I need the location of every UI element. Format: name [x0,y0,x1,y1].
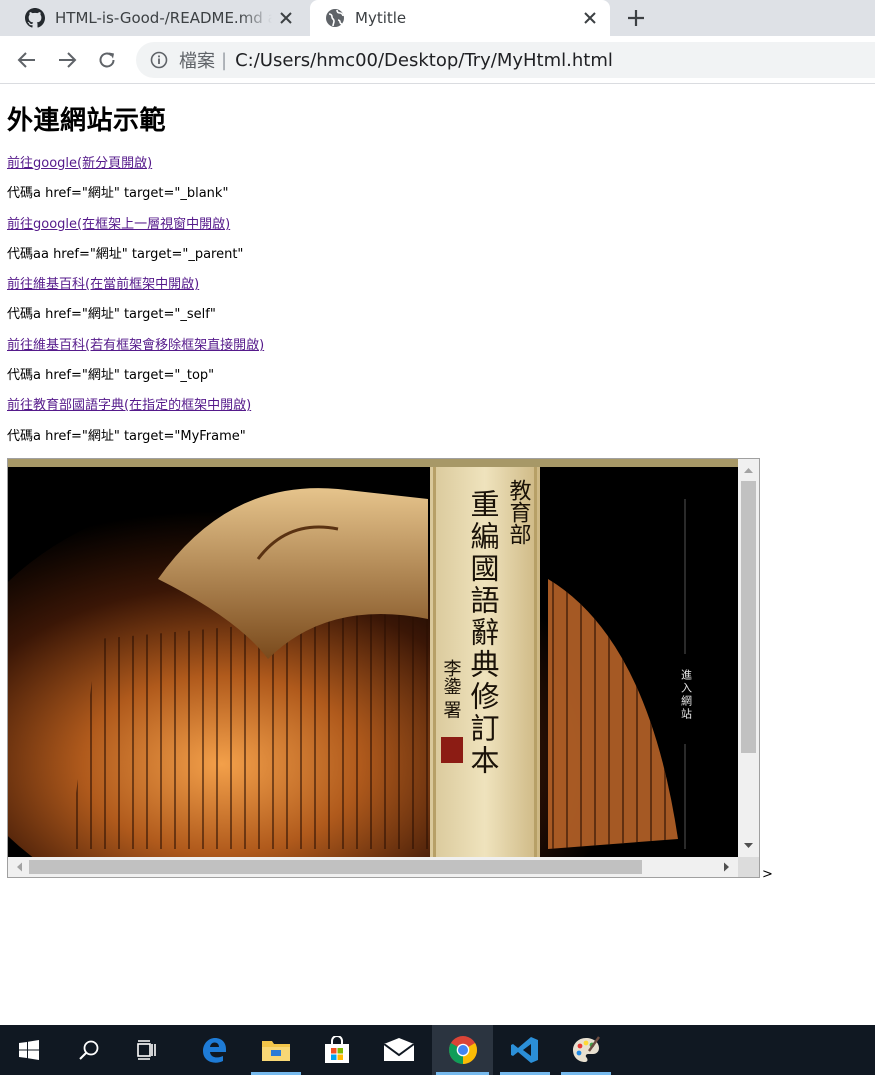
scroll-thumb [741,481,756,753]
tab-readme[interactable]: HTML-is-Good-/README.md at [0,0,306,36]
arrow-left-icon[interactable] [15,48,39,72]
scrollbar-corner [738,857,759,877]
scroll-right-arrow [724,862,729,872]
task-view-icon[interactable] [120,1025,178,1075]
code-line: 代碼a href="網址" target="_self" [7,307,216,322]
chrome-icon[interactable] [432,1025,493,1075]
windows-taskbar [0,1025,875,1075]
mail-icon[interactable] [370,1025,428,1075]
link-google-blank[interactable]: 前往google(新分頁開啟) [7,156,152,171]
scroll-up-arrow [744,468,753,473]
browser-toolbar: 檔案 | C:/Users/hmc00/Desktop/Try/MyHtml.h… [0,36,875,84]
frame-horizontal-scrollbar[interactable] [8,857,738,877]
url-text[interactable]: C:/Users/hmc00/Desktop/Try/MyHtml.html [235,50,613,71]
plus-icon[interactable] [624,6,648,30]
vscode-icon[interactable] [496,1025,554,1075]
link-wiki-self[interactable]: 前往維基百科(在當前框架中開啟) [7,277,199,292]
info-icon[interactable] [150,51,168,69]
link-dictionary-myframe[interactable]: 前往教育部國語字典(在指定的框架中開啟) [7,398,251,413]
link-line: 前往維基百科(在當前框架中開啟) [7,276,199,294]
close-icon[interactable] [278,10,294,26]
arrow-right-icon[interactable] [55,48,79,72]
seal-stamp [441,737,463,763]
banner-title-text: 重編國語辭典修訂本 [466,489,500,777]
link-line: 前往google(新分頁開啟) [7,155,152,173]
link-line: 前往教育部國語字典(在指定的框架中開啟) [7,397,251,415]
file-explorer-icon[interactable] [247,1025,305,1075]
tab-title: Mytitle [355,9,407,27]
code-line: 代碼a href="網址" target="_blank" [7,186,229,201]
reload-icon[interactable] [95,48,119,72]
my-frame[interactable]: 教育部 重編國語辭典修訂本 李鍌 署 進入網站 [7,458,760,878]
link-line: 前往google(在框架上一層視窗中開啟) [7,216,230,234]
scroll-thumb [29,860,642,874]
trailing-text: > [762,867,773,882]
link-line: 前往維基百科(若有框架會移除框架直接開啟) [7,337,264,355]
code-line: 代碼a href="網址" target="MyFrame" [7,429,246,444]
search-icon[interactable] [60,1025,118,1075]
code-line: 代碼aa href="網址" target="_parent" [7,247,244,262]
page-content: 外連網站示範 前往google(新分頁開啟) 代碼a href="網址" tar… [0,84,875,1024]
address-bar[interactable]: 檔案 | C:/Users/hmc00/Desktop/Try/MyHtml.h… [136,42,875,78]
scheme-label: 檔案 [179,51,215,72]
address-separator: | [221,49,228,71]
frame-viewport: 教育部 重編國語辭典修訂本 李鍌 署 進入網站 [8,459,738,857]
scroll-down-arrow [744,843,753,848]
windows-start-icon[interactable] [0,1025,58,1075]
link-google-parent[interactable]: 前往google(在框架上一層視窗中開啟) [7,217,230,232]
globe-icon [326,9,344,27]
github-icon [25,8,45,28]
page-heading: 外連網站示範 [7,106,167,136]
tab-title: HTML-is-Good-/README.md at [55,9,272,27]
frame-vertical-scrollbar[interactable] [738,459,759,857]
tab-mytitle[interactable]: Mytitle [310,0,610,36]
enter-site-link[interactable]: 進入網站 [680,669,693,721]
edge-icon[interactable] [185,1025,243,1075]
scroll-left-arrow [17,862,22,872]
dictionary-banner[interactable]: 教育部 重編國語辭典修訂本 李鍌 署 進入網站 [8,459,738,857]
store-icon[interactable] [308,1025,366,1075]
tab-strip: HTML-is-Good-/README.md at Mytitle [0,0,875,36]
link-wiki-top[interactable]: 前往維基百科(若有框架會移除框架直接開啟) [7,338,264,353]
banner-calligrapher-text: 李鍌 署 [441,659,462,719]
code-line: 代碼a href="網址" target="_top" [7,368,215,383]
close-icon[interactable] [582,10,598,26]
paint-icon[interactable] [557,1025,615,1075]
banner-ministry-text: 教育部 [506,479,532,545]
